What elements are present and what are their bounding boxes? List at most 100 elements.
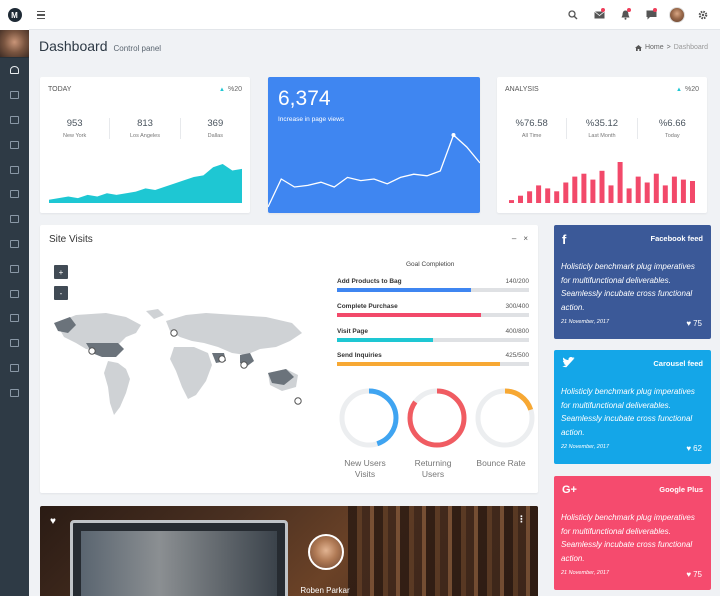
menu-toggle-icon[interactable] (37, 9, 47, 21)
views-line-point (451, 133, 456, 137)
goal-label: Send Inquiries (337, 352, 382, 359)
goal-completion-title: Goal Completion (406, 261, 455, 268)
sidebar-item-pages[interactable] (0, 356, 29, 381)
breadcrumb-home[interactable]: Home (645, 44, 664, 51)
breadcrumb-current: Dashboard (673, 44, 708, 51)
likes-count: 75 (693, 319, 702, 328)
facebook-icon[interactable]: f (562, 232, 566, 247)
bell-icon[interactable] (612, 0, 638, 30)
mail-notification-dot (601, 8, 605, 12)
arrow-up-icon: ▲ (219, 86, 225, 93)
goal-label: Complete Purchase (337, 303, 398, 310)
sidebar-item-maps[interactable] (0, 306, 29, 331)
sidebar-item-themes[interactable] (0, 207, 29, 232)
stat-value: 369 (207, 118, 224, 129)
goal-current: 425 (505, 352, 517, 359)
world-map[interactable] (46, 303, 326, 423)
social-title: Google Plus (659, 485, 703, 494)
today-stat: 953 New York (40, 118, 111, 139)
today-sparkline (49, 164, 242, 203)
sidebar-item-widgets[interactable] (0, 157, 29, 182)
chat-icon[interactable] (638, 0, 664, 30)
sidebar-item-extensions[interactable] (0, 331, 29, 356)
goal-progress-bar (337, 288, 529, 292)
map-icon (10, 314, 19, 323)
site-visits-card: Site Visits ‒ × + - Goal Completion Add … (40, 225, 538, 493)
social-likes[interactable]: ♥ 62 (686, 444, 702, 453)
page-views-line (268, 133, 480, 208)
twitter-icon[interactable] (562, 357, 575, 371)
goal-value: 425/500 (505, 352, 529, 359)
profile-photo-card: ♥ ⋮ Roben Parkar (40, 506, 538, 596)
goal-progress-fill (337, 288, 472, 292)
analysis-bar (509, 200, 514, 203)
heart-icon[interactable]: ♥ (50, 516, 56, 527)
likes-count: 75 (693, 570, 702, 579)
edit-icon (10, 239, 19, 248)
analysis-change: ▲ %20 (676, 86, 699, 93)
sidebar-user-avatar[interactable] (0, 30, 29, 58)
social-likes[interactable]: ♥ 75 (686, 319, 702, 328)
top-header: M (0, 0, 720, 30)
google-plus-card: G+ Google Plus Holisticly benchmark plug… (554, 476, 711, 590)
close-button[interactable]: × (523, 234, 528, 243)
goal-current: 400 (505, 328, 517, 335)
sidebar-item-mailbox[interactable] (0, 108, 29, 133)
breadcrumb: Home > Dashboard (634, 44, 708, 51)
sidebar-item-dashboard[interactable] (0, 58, 29, 83)
stat-value: 813 (137, 118, 153, 129)
goal-item: Complete Purchase 300/400 (337, 303, 529, 317)
social-text: Holisticly benchmark plug imperatives fo… (561, 513, 695, 563)
today-stat: 369 Dallas (181, 118, 250, 139)
heart-icon: ♥ (686, 444, 692, 453)
sidebar-item-layout[interactable] (0, 132, 29, 157)
likes-count: 62 (693, 444, 702, 453)
today-stat: 813 Los Angeles (110, 118, 181, 139)
analysis-bar (662, 185, 668, 203)
envelope-open-icon (10, 289, 19, 298)
analysis-bar (626, 188, 632, 203)
search-icon[interactable] (560, 0, 586, 30)
share-icon (10, 388, 19, 397)
analysis-bar (608, 185, 614, 203)
facebook-feed-card: f Facebook feed Holisticly benchmark plu… (554, 225, 711, 339)
heart-icon: ♥ (686, 570, 692, 579)
sidebar-item-apps[interactable] (0, 83, 29, 108)
square-icon (10, 190, 19, 199)
logo[interactable]: M (0, 0, 29, 30)
analysis-bar-chart (509, 162, 695, 203)
sidebar-item-emails[interactable] (0, 281, 29, 306)
social-likes[interactable]: ♥ 75 (686, 570, 702, 579)
profile-avatar[interactable] (308, 534, 344, 570)
page-views-card: 6,374 Increase in page views (268, 77, 480, 213)
analysis-card: ANALYSIS ▲ %20 %76.58 All Time %35.12 Last… (497, 77, 707, 213)
today-card: TODAY ▲ %20 953 New York 813 Los Angeles 3… (40, 77, 250, 213)
zoom-out-button[interactable]: - (54, 286, 68, 300)
analysis-stat: %35.12 Last Month (567, 118, 638, 139)
google-plus-icon[interactable]: G+ (562, 484, 577, 496)
top-icon-bar (560, 0, 716, 30)
analysis-bar (545, 188, 551, 203)
analysis-bar (599, 170, 605, 203)
mail-icon[interactable] (586, 0, 612, 30)
sidebar-item-tables[interactable] (0, 256, 29, 281)
zoom-in-button[interactable]: + (54, 265, 68, 279)
sidebar-item-share[interactable] (0, 380, 29, 405)
analysis-bar (581, 173, 587, 203)
sidebar-item-forms[interactable] (0, 232, 29, 257)
gear-icon[interactable] (690, 0, 716, 30)
social-date: 22 November, 2017 (561, 444, 610, 450)
more-menu-icon[interactable]: ⋮ (517, 514, 526, 525)
today-change-value: %20 (227, 86, 242, 93)
analysis-bar (590, 179, 596, 203)
page-subtitle: Control panel (113, 44, 162, 53)
donut-label: Bounce Rate (476, 458, 526, 468)
sidebar-item-ui[interactable] (0, 182, 29, 207)
bell-notification-dot (627, 8, 631, 12)
sparkline-area (49, 164, 242, 203)
user-avatar-button[interactable] (664, 0, 690, 30)
site-visits-tools: ‒ × (512, 234, 528, 243)
laptop-icon (10, 140, 19, 149)
donut-label: New Users Visits (344, 458, 386, 479)
minimize-button[interactable]: ‒ (512, 234, 516, 243)
